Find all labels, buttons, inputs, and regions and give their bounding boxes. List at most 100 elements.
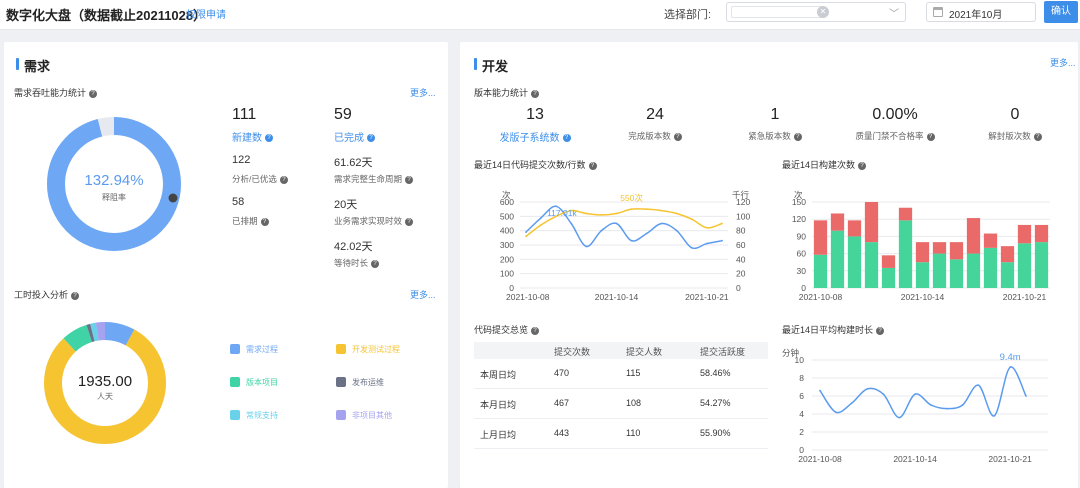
help-icon[interactable]: ? [89, 89, 98, 98]
annotation-label: 117.01k [547, 208, 577, 218]
version-stat-value: 13 [480, 106, 590, 124]
bar [881, 267, 896, 288]
help-icon[interactable]: ? [71, 291, 80, 300]
table-cell: 55.90% [700, 428, 731, 438]
series-point [866, 387, 869, 390]
new-count-link[interactable]: 新建数? [232, 129, 273, 144]
series-point [721, 239, 723, 242]
bar [983, 247, 998, 288]
help-icon[interactable]: ? [673, 132, 682, 141]
y-tick-label: 6 [799, 391, 804, 401]
table-header-cell: 提交人数 [626, 347, 663, 357]
help-icon[interactable]: ? [531, 89, 540, 98]
version-stat-value: 0.00% [840, 106, 950, 124]
legend-label[interactable]: 开发测试过程 [352, 344, 400, 355]
bar [932, 242, 947, 254]
help-icon[interactable]: ? [371, 259, 380, 268]
help-icon[interactable]: ? [405, 217, 414, 226]
bar [864, 202, 879, 243]
help-icon[interactable]: ? [405, 175, 414, 184]
series-point [706, 242, 708, 245]
legend-label[interactable]: 版本项目 [246, 377, 278, 388]
y-tick-label: 30 [797, 266, 807, 276]
series-point [540, 216, 542, 219]
help-icon[interactable]: ? [367, 134, 375, 143]
help-icon[interactable]: ? [279, 175, 288, 184]
stat-label: 需求完整生命周期? [334, 173, 414, 185]
help-icon[interactable]: ? [793, 132, 802, 141]
effort-more-link[interactable]: 更多... [410, 288, 436, 301]
legend-label[interactable]: 需求过程 [246, 344, 278, 355]
done-count-link[interactable]: 已完成? [334, 129, 375, 144]
bar [932, 253, 947, 288]
permission-request-link[interactable]: 权限申请 [186, 6, 226, 21]
release-rate-label: 释阻率 [102, 193, 126, 202]
stat-value: 61.62天 [334, 157, 373, 169]
chevron-down-icon[interactable]: ﹀ [889, 5, 899, 20]
series-point [675, 212, 678, 215]
y-tick-label: 90 [797, 231, 807, 241]
help-icon[interactable]: ? [876, 326, 885, 335]
throughput-more-link[interactable]: 更多... [410, 86, 436, 99]
help-icon[interactable]: ? [562, 134, 571, 143]
version-stat-link[interactable]: 发版子系统数? [480, 129, 590, 144]
table-row: 上月日均 443 110 55.90% [474, 419, 768, 449]
legend-label[interactable]: 发布运维 [352, 377, 384, 388]
legend-label[interactable]: 非项目其他 [352, 410, 392, 421]
series-point [690, 246, 693, 249]
dept-search-input[interactable] [731, 6, 823, 18]
version-stat-value: 1 [720, 106, 830, 124]
y-tick-label-right: 40 [736, 254, 746, 264]
table-cell: 54.27% [700, 398, 731, 408]
build-chart: 次03060901201502021-10-08 2021-10-14 2021-1… [792, 190, 1050, 302]
series-point [585, 212, 588, 215]
x-tick-label: 2021-10-14 [893, 454, 937, 464]
confirm-button[interactable]: 确认 [1044, 1, 1078, 23]
bar [966, 253, 981, 288]
bar [847, 220, 862, 237]
dept-select[interactable]: ✕ ﹀ [726, 2, 906, 22]
legend-label[interactable]: 常规支持 [246, 410, 278, 421]
series-point [660, 209, 663, 212]
month-picker[interactable]: 2021年10月 [926, 2, 1036, 22]
help-icon[interactable]: ? [1033, 132, 1042, 141]
series-point [930, 404, 932, 406]
help-icon[interactable]: ? [531, 326, 540, 335]
avg-build-chart: 分钟02468102021-10-08 2021-10-14 2021-10-219… [782, 348, 1048, 464]
y-tick-label: 10 [795, 355, 805, 365]
help-icon[interactable]: ? [588, 161, 597, 170]
version-stat-value: 24 [600, 106, 710, 124]
x-tick-label: 2021-10-14 [595, 292, 639, 302]
help-icon[interactable]: ? [265, 134, 273, 143]
series-point [525, 235, 527, 238]
version-stat-label: 质量门禁不合格率? [840, 130, 950, 142]
clear-icon[interactable]: ✕ [817, 6, 829, 18]
avg-build-title: 最近14日平均构建时长? [782, 323, 885, 336]
y-tick-label: 300 [500, 240, 514, 250]
demand-title: 需求 [15, 56, 50, 75]
stat-label: 已排期? [232, 215, 269, 227]
series-point [630, 239, 633, 242]
version-stat-number: 0 [1010, 106, 1020, 123]
build-chart-title: 最近14日构建次数? [782, 158, 867, 171]
dev-title: 开发 [473, 56, 508, 75]
annotation-label: 9.4m [1000, 352, 1021, 363]
series-point [977, 384, 980, 387]
table-header: 提交次数 提交人数 提交活跃度 [474, 342, 768, 359]
series-point [615, 212, 618, 215]
x-tick-label: 2021-10-14 [901, 292, 945, 302]
help-icon[interactable]: ? [260, 217, 269, 226]
dev-more-link[interactable]: 更多... [1050, 56, 1076, 69]
bar [898, 207, 913, 221]
ring-help-icon [168, 193, 178, 203]
y-tick-label-right: 80 [736, 226, 746, 236]
bar [1017, 243, 1032, 288]
help-icon[interactable]: ? [926, 132, 935, 141]
table-cell: 467 [554, 398, 570, 408]
y-tick-label: 60 [797, 249, 807, 259]
legend-swatch [230, 344, 240, 354]
help-icon[interactable]: ? [858, 161, 867, 170]
table-cell: 本月日均 [480, 400, 517, 410]
table-row: 本月日均 467 108 54.27% [474, 389, 768, 419]
y-tick-label-right: 60 [736, 240, 746, 250]
